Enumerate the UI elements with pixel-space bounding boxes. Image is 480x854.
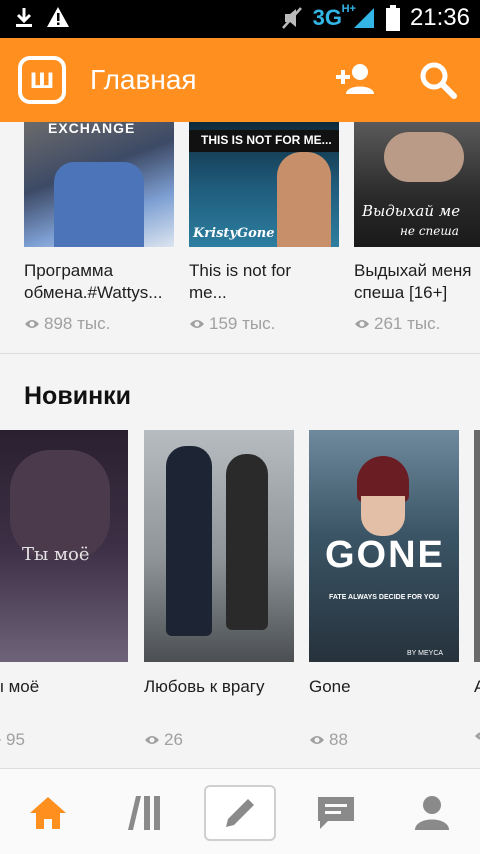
eye-icon <box>0 738 1 742</box>
nav-messages[interactable] <box>300 785 372 841</box>
search-icon <box>420 62 457 99</box>
read-count: 898 тыс. <box>24 314 110 334</box>
read-count: 95 <box>0 730 25 750</box>
section-divider <box>0 353 480 354</box>
page-title: Главная <box>90 64 197 95</box>
book-title[interactable]: Программа обмена.#Wattys... <box>24 260 176 304</box>
cover-figure <box>54 162 144 247</box>
cover-figure <box>166 446 212 636</box>
eye-icon <box>310 736 324 744</box>
section-title: Новинки <box>24 382 132 410</box>
download-icon <box>16 8 32 27</box>
nav-home[interactable] <box>12 785 84 841</box>
recommended-row[interactable]: EXCHANGE Программа обмена.#Wattys... 898… <box>0 122 480 354</box>
battery-icon <box>385 5 400 31</box>
book-title[interactable]: Любовь к врагу <box>144 676 294 698</box>
eye-icon <box>25 320 39 328</box>
home-icon <box>30 797 66 829</box>
warning-icon <box>47 7 69 27</box>
write-icon <box>226 799 254 827</box>
eye-icon <box>355 320 369 328</box>
book-cover[interactable] <box>474 430 480 662</box>
read-count: 88 <box>309 730 348 750</box>
read-count: 261 тыс. <box>354 314 440 334</box>
book-title[interactable]: A <box>474 676 480 698</box>
mute-icon <box>281 7 302 29</box>
status-bar: 3G H+ 21:36 <box>0 0 480 38</box>
read-count <box>474 730 480 742</box>
book-title[interactable]: This is not for me... <box>189 260 309 304</box>
nav-library[interactable] <box>108 785 180 841</box>
messages-icon <box>318 797 354 829</box>
book-title[interactable]: Gone <box>309 676 459 698</box>
book-cover[interactable]: Выдыхай ме не спеша <box>354 122 480 247</box>
profile-icon <box>415 796 449 830</box>
new-books-row[interactable]: Ты моё Ты моё 95 Любовь к врагу 26 GONE … <box>0 430 480 768</box>
eye-icon <box>145 736 159 744</box>
app-bar: ш Главная <box>0 38 480 122</box>
add-user-button[interactable] <box>334 58 378 102</box>
wattpad-logo[interactable]: ш <box>18 56 66 104</box>
add-user-icon <box>336 64 374 94</box>
network-type: 3G H+ <box>312 3 356 30</box>
book-cover[interactable] <box>144 430 294 662</box>
book-cover[interactable]: GONE FATE ALWAYS DECIDE FOR YOU BY MEYCA <box>309 430 459 662</box>
eye-icon <box>190 320 204 328</box>
book-cover[interactable]: EXCHANGE <box>24 122 174 247</box>
search-button[interactable] <box>416 58 460 102</box>
book-cover[interactable]: THIS IS NOT FOR ME... KristyGone <box>189 122 339 247</box>
cover-hands <box>384 132 464 182</box>
nav-profile[interactable] <box>396 785 468 841</box>
book-title[interactable]: Выдыхай меня спеша [16+] <box>354 260 480 304</box>
eye-icon <box>475 732 480 740</box>
book-cover[interactable]: Ты моё <box>0 430 128 662</box>
nav-write[interactable] <box>204 785 276 841</box>
home-feed[interactable]: EXCHANGE Программа обмена.#Wattys... 898… <box>0 122 480 768</box>
cover-face <box>361 496 405 536</box>
read-count: 26 <box>144 730 183 750</box>
read-count: 159 тыс. <box>189 314 275 334</box>
book-title[interactable]: Ты моё <box>0 676 122 698</box>
cover-figure <box>226 454 268 630</box>
clock: 21:36 <box>409 4 470 31</box>
cover-figure <box>277 152 331 247</box>
library-icon <box>128 796 160 830</box>
bottom-navigation <box>0 768 480 854</box>
